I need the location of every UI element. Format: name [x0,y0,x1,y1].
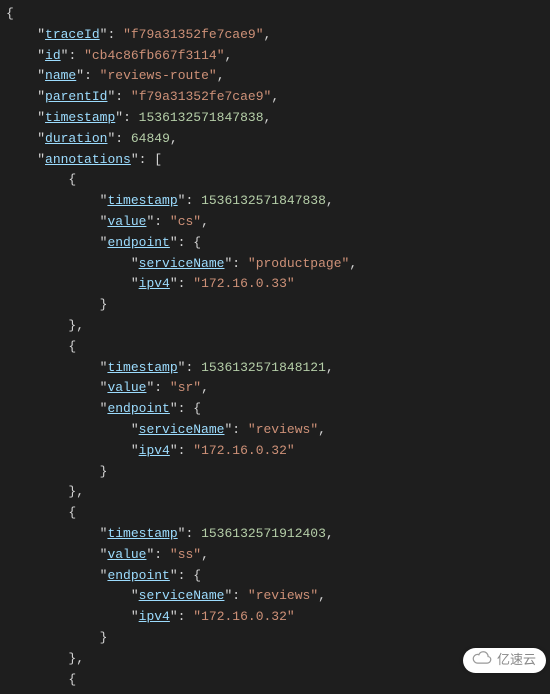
watermark-text: 亿速云 [497,650,536,671]
json-code-block: { "traceId": "f79a31352fe7cae9", "id": "… [0,0,550,694]
cloud-icon [471,650,493,671]
watermark-badge: 亿速云 [463,648,546,673]
